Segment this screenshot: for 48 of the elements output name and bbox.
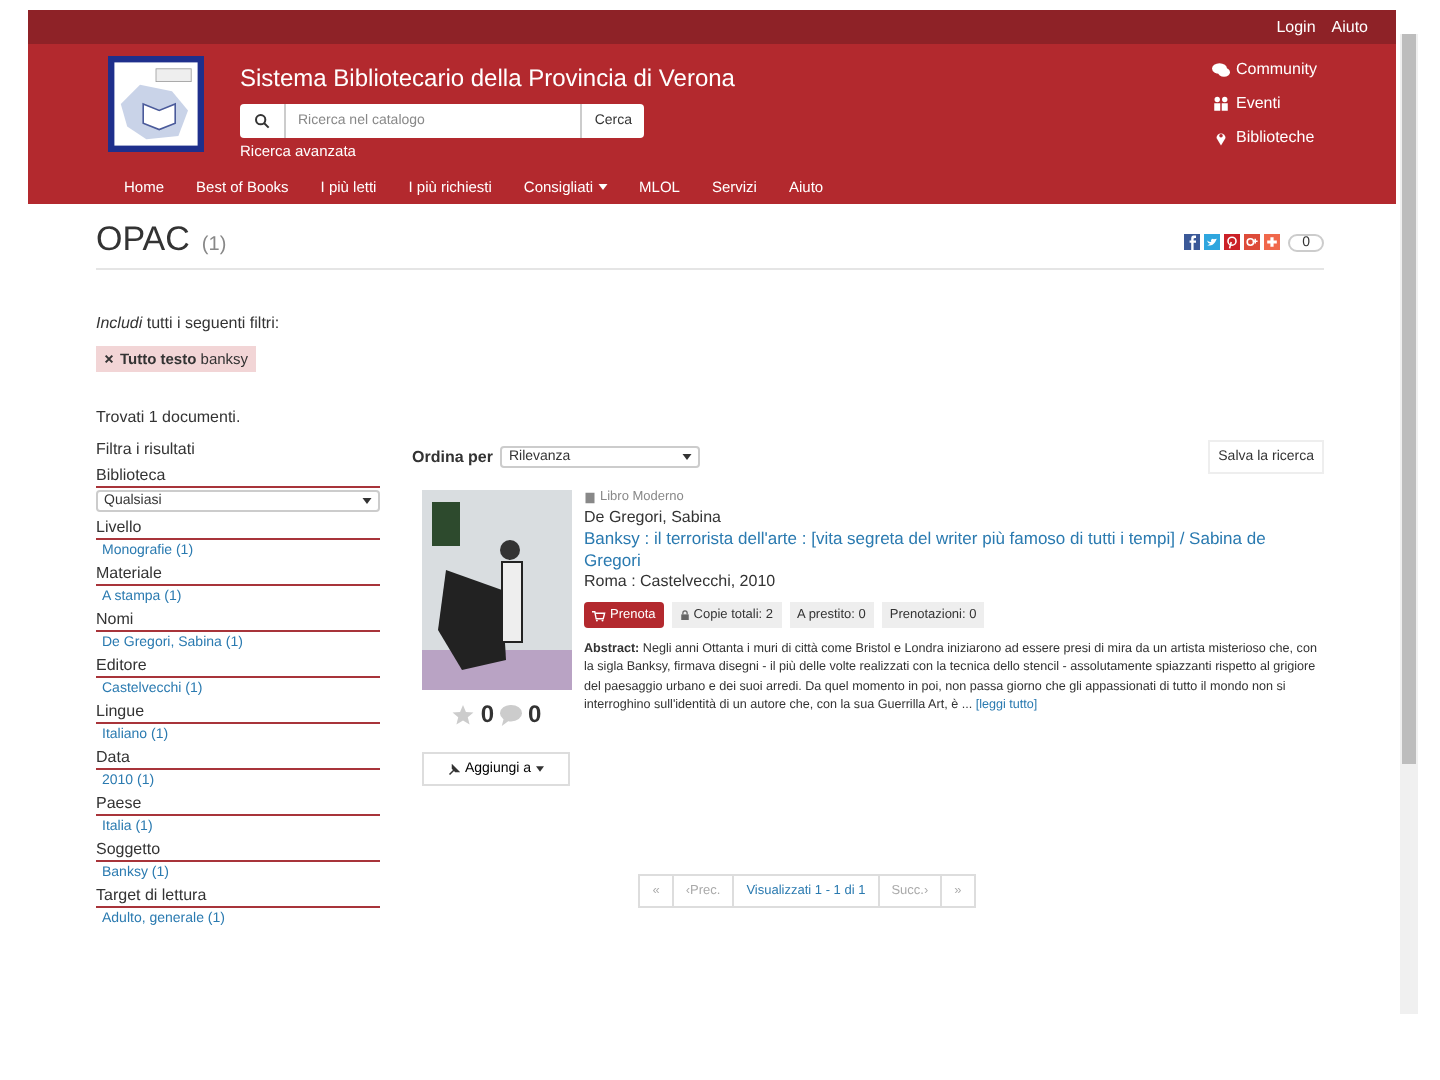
site-title: Sistema Bibliotecario della Provincia di Verona [240, 64, 737, 92]
book-icon [584, 491, 596, 503]
author-name: De Gregori, Sabina [584, 508, 723, 526]
publication-info: Roma : Castelvecchi, 2010 [584, 572, 778, 591]
pinterest-icon[interactable] [1224, 234, 1241, 250]
caret-icon [535, 766, 544, 772]
facet-heading: Biblioteca [96, 466, 380, 488]
page-title: OPAC [96, 220, 190, 260]
pin-icon [448, 763, 461, 775]
facet-heading: Livello [96, 518, 380, 540]
map-pin-icon [1212, 129, 1230, 145]
caret-icon [362, 498, 372, 504]
facet-heading: Lingue [96, 702, 380, 724]
found-count: Trovati 1 documenti. [96, 408, 243, 426]
facet-heading: Materiale [96, 564, 380, 586]
google-plus-icon[interactable] [1244, 234, 1261, 250]
header-link[interactable]: Eventi [1212, 94, 1396, 112]
facets-heading: Filtra i risultati [96, 440, 197, 458]
people-icon [1212, 95, 1230, 111]
close-icon [104, 354, 114, 364]
top-link[interactable]: Login [1276, 18, 1316, 36]
facet-heading: Target di lettura [96, 886, 380, 908]
facet-heading: Nomi [96, 610, 380, 632]
facet-heading: Soggetto [96, 840, 380, 862]
rating-count: 0 [480, 700, 494, 728]
sort-label: Ordina per [412, 448, 493, 466]
scrollbar[interactable] [1400, 34, 1418, 1014]
scrollbar-thumb[interactable] [1402, 34, 1416, 764]
chat-icon [1212, 61, 1230, 77]
star-icon [452, 703, 475, 725]
result-count: (1) [201, 234, 227, 256]
comment-icon [500, 703, 522, 725]
plus-icon[interactable] [1264, 234, 1281, 250]
facet-heading: Paese [96, 794, 380, 816]
header-link[interactable]: Community [1212, 60, 1396, 78]
comment-count: 0 [528, 700, 542, 728]
search-icon [240, 104, 284, 138]
book-cover-drawing[interactable] [422, 490, 572, 690]
facet-heading: Editore [96, 656, 380, 678]
book-title-link[interactable]: Banksy : il terrorista dell'arte : [vita segreta del writer più famoso di tutti i tempi] / Sabina de Gregori [584, 528, 1324, 571]
header-link[interactable]: Biblioteche [1212, 128, 1396, 146]
lock-icon [679, 610, 690, 621]
facet-heading: Data [96, 748, 380, 770]
top-link[interactable]: Aiuto [1331, 18, 1368, 36]
caret-icon [682, 454, 693, 460]
facebook-icon[interactable] [1184, 234, 1201, 250]
cart-icon [592, 609, 606, 622]
filter-intro: Includi tutti i seguenti filtri: [96, 314, 282, 332]
